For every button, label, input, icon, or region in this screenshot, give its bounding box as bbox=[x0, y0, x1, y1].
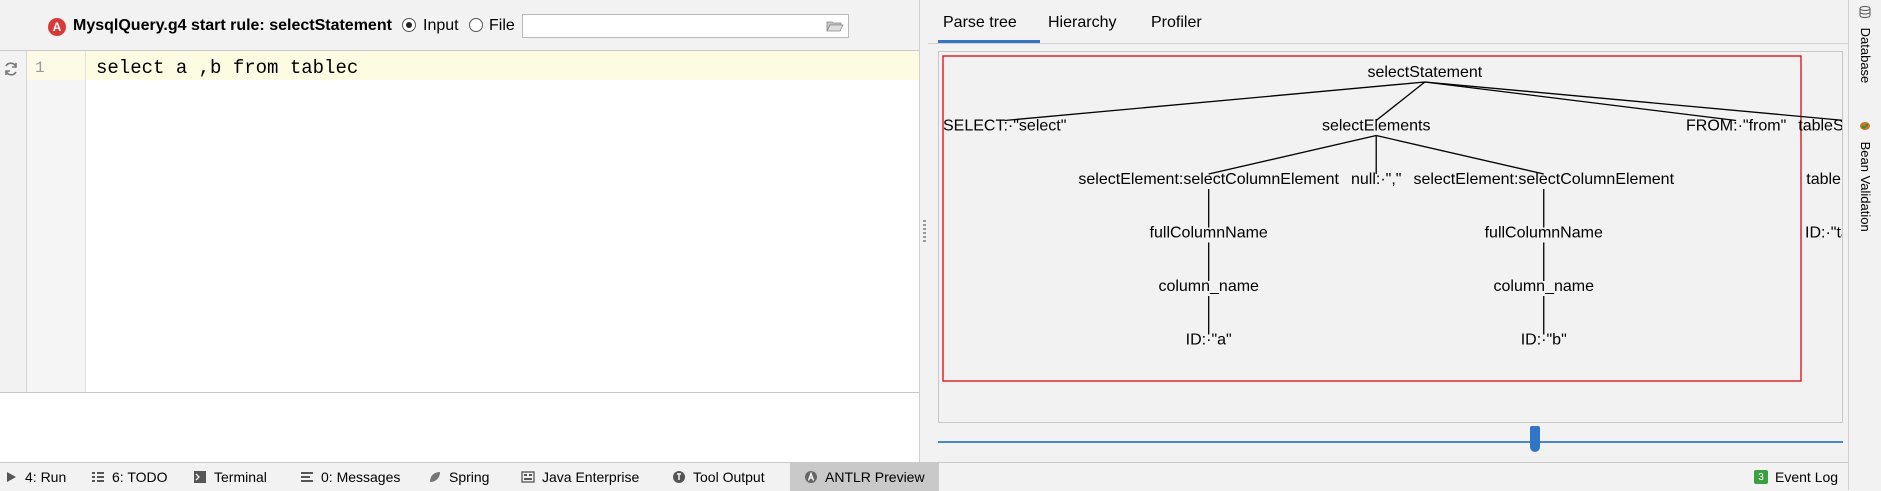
parse-tree-node[interactable]: tableName bbox=[1806, 171, 1842, 188]
messages-tool-label: 0: Messages bbox=[321, 469, 401, 485]
parse-tree-pane: Parse tree Hierarchy Profiler SELECT:·"s… bbox=[928, 0, 1848, 462]
start-rule-label: MysqlQuery.g4 start rule: selectStatemen… bbox=[73, 17, 392, 34]
tree-edge bbox=[1376, 134, 1544, 175]
tool-output-tool-label: Tool Output bbox=[693, 469, 765, 485]
input-editor[interactable]: select a ,b from tablec bbox=[86, 51, 919, 392]
file-radio-label[interactable]: File bbox=[489, 17, 515, 35]
terminal-tool-label: Terminal bbox=[214, 469, 267, 485]
event-log-icon: 3 bbox=[1754, 470, 1768, 484]
todo-icon bbox=[92, 472, 104, 482]
bean-validation-tool-button[interactable]: Bean Validation bbox=[1858, 120, 1873, 232]
tree-edge bbox=[1424, 81, 1737, 122]
editor-pane: A MysqlQuery.g4 start rule: selectStatem… bbox=[0, 0, 919, 463]
java-enterprise-tool-button[interactable]: Java Enterprise bbox=[521, 463, 647, 491]
antlr-logo-icon: A bbox=[48, 18, 66, 36]
database-icon bbox=[1859, 6, 1871, 18]
input-radio-label[interactable]: Input bbox=[423, 17, 459, 35]
parse-tree-node[interactable]: fullColumnName bbox=[1485, 225, 1603, 242]
tool-output-icon bbox=[673, 471, 685, 483]
antlr-preview-tool-label: ANTLR Preview bbox=[825, 469, 925, 485]
database-tool-button[interactable]: Database bbox=[1858, 6, 1873, 83]
splitter-handle[interactable] bbox=[923, 220, 926, 242]
parse-tree-viewer[interactable]: SELECT:·"select" ID:·"a" column_name fullCo… bbox=[938, 51, 1843, 423]
tab-hierarchy[interactable]: Hierarchy bbox=[1048, 14, 1116, 32]
tree-edge bbox=[1208, 134, 1377, 175]
folder-open-icon[interactable] bbox=[826, 20, 844, 32]
tool-window-bar: 4: Run 6: TODO Terminal 0: Messages Spri… bbox=[0, 462, 1848, 491]
refresh-icon[interactable] bbox=[3, 61, 19, 77]
tool-output-tool-button[interactable]: Tool Output bbox=[672, 463, 773, 491]
messages-tool-button[interactable]: 0: Messages bbox=[300, 463, 408, 491]
run-tool-button[interactable]: 4: Run bbox=[4, 463, 74, 491]
parse-tree-node[interactable]: column_name bbox=[1158, 278, 1259, 295]
zoom-slider-track[interactable] bbox=[938, 441, 1843, 443]
tab-parse-tree[interactable]: Parse tree bbox=[943, 14, 1017, 32]
editor-toolbar bbox=[0, 51, 27, 392]
parse-tree-node[interactable]: selectStatement bbox=[1367, 64, 1482, 81]
zoom-slider-thumb[interactable] bbox=[1530, 426, 1541, 452]
parse-tree-node[interactable]: selectElement:selectColumnElement bbox=[1413, 171, 1674, 188]
spring-tool-label: Spring bbox=[449, 469, 490, 485]
java-enterprise-icon bbox=[521, 471, 535, 483]
input-radio[interactable] bbox=[402, 18, 416, 32]
tree-edge bbox=[1375, 81, 1426, 122]
file-path-input[interactable] bbox=[522, 14, 849, 38]
line-number: 1 bbox=[35, 59, 45, 77]
run-tool-label: 4: Run bbox=[25, 469, 67, 485]
event-log-button[interactable]: 3 Event Log bbox=[1754, 463, 1838, 491]
bean-validation-icon bbox=[1860, 122, 1870, 130]
tab-profiler[interactable]: Profiler bbox=[1151, 14, 1202, 32]
parse-tree-node[interactable]: null:·"," bbox=[1351, 171, 1401, 188]
todo-tool-label: 6: TODO bbox=[112, 469, 168, 485]
parse-tree-node[interactable]: SELECT:·"select" bbox=[943, 118, 1066, 135]
preview-header: A MysqlQuery.g4 start rule: selectStatem… bbox=[0, 0, 919, 51]
parse-tree-node[interactable]: tableSources bbox=[1798, 118, 1842, 135]
console-area bbox=[0, 392, 919, 463]
terminal-icon bbox=[194, 471, 206, 483]
line-number-gutter: 1 bbox=[27, 51, 86, 392]
bean-validation-tool-label: Bean Validation bbox=[1858, 141, 1873, 232]
parse-tree-node[interactable]: selectElements bbox=[1322, 118, 1431, 135]
parse-tree-node[interactable]: fullColumnName bbox=[1150, 225, 1268, 242]
antlr-preview-tool-button[interactable]: ANTLR Preview bbox=[790, 463, 939, 491]
parse-tree-node[interactable]: ID:·"a" bbox=[1186, 332, 1232, 349]
file-radio[interactable] bbox=[469, 18, 483, 32]
antlr-icon bbox=[805, 471, 817, 483]
parse-tree-node[interactable]: FROM:·"from" bbox=[1686, 118, 1786, 135]
messages-icon bbox=[301, 472, 313, 482]
parse-tree-node[interactable]: column_name bbox=[1493, 278, 1594, 295]
parse-tree-node[interactable]: ID:·"b" bbox=[1521, 332, 1567, 349]
terminal-tool-button[interactable]: Terminal bbox=[193, 463, 275, 491]
event-log-label: Event Log bbox=[1775, 469, 1839, 485]
tree-edge bbox=[1424, 81, 1842, 121]
spring-tool-button[interactable]: Spring bbox=[428, 463, 497, 491]
code-line[interactable]: select a ,b from tablec bbox=[96, 57, 358, 79]
database-tool-label: Database bbox=[1858, 27, 1873, 84]
parse-tree-node[interactable]: selectElement:selectColumnElement bbox=[1078, 171, 1339, 188]
right-tool-strip: Database Bean Validation bbox=[1848, 0, 1881, 490]
parse-tree-node[interactable]: ID:·"tablec" bbox=[1805, 225, 1842, 242]
spring-icon bbox=[430, 472, 440, 482]
tree-edge bbox=[1004, 81, 1425, 122]
todo-tool-button[interactable]: 6: TODO bbox=[91, 463, 176, 491]
run-icon bbox=[7, 472, 16, 482]
java-enterprise-tool-label: Java Enterprise bbox=[542, 469, 640, 485]
parse-tree-canvas[interactable]: SELECT:·"select" ID:·"a" column_name fullCo… bbox=[939, 52, 1842, 422]
